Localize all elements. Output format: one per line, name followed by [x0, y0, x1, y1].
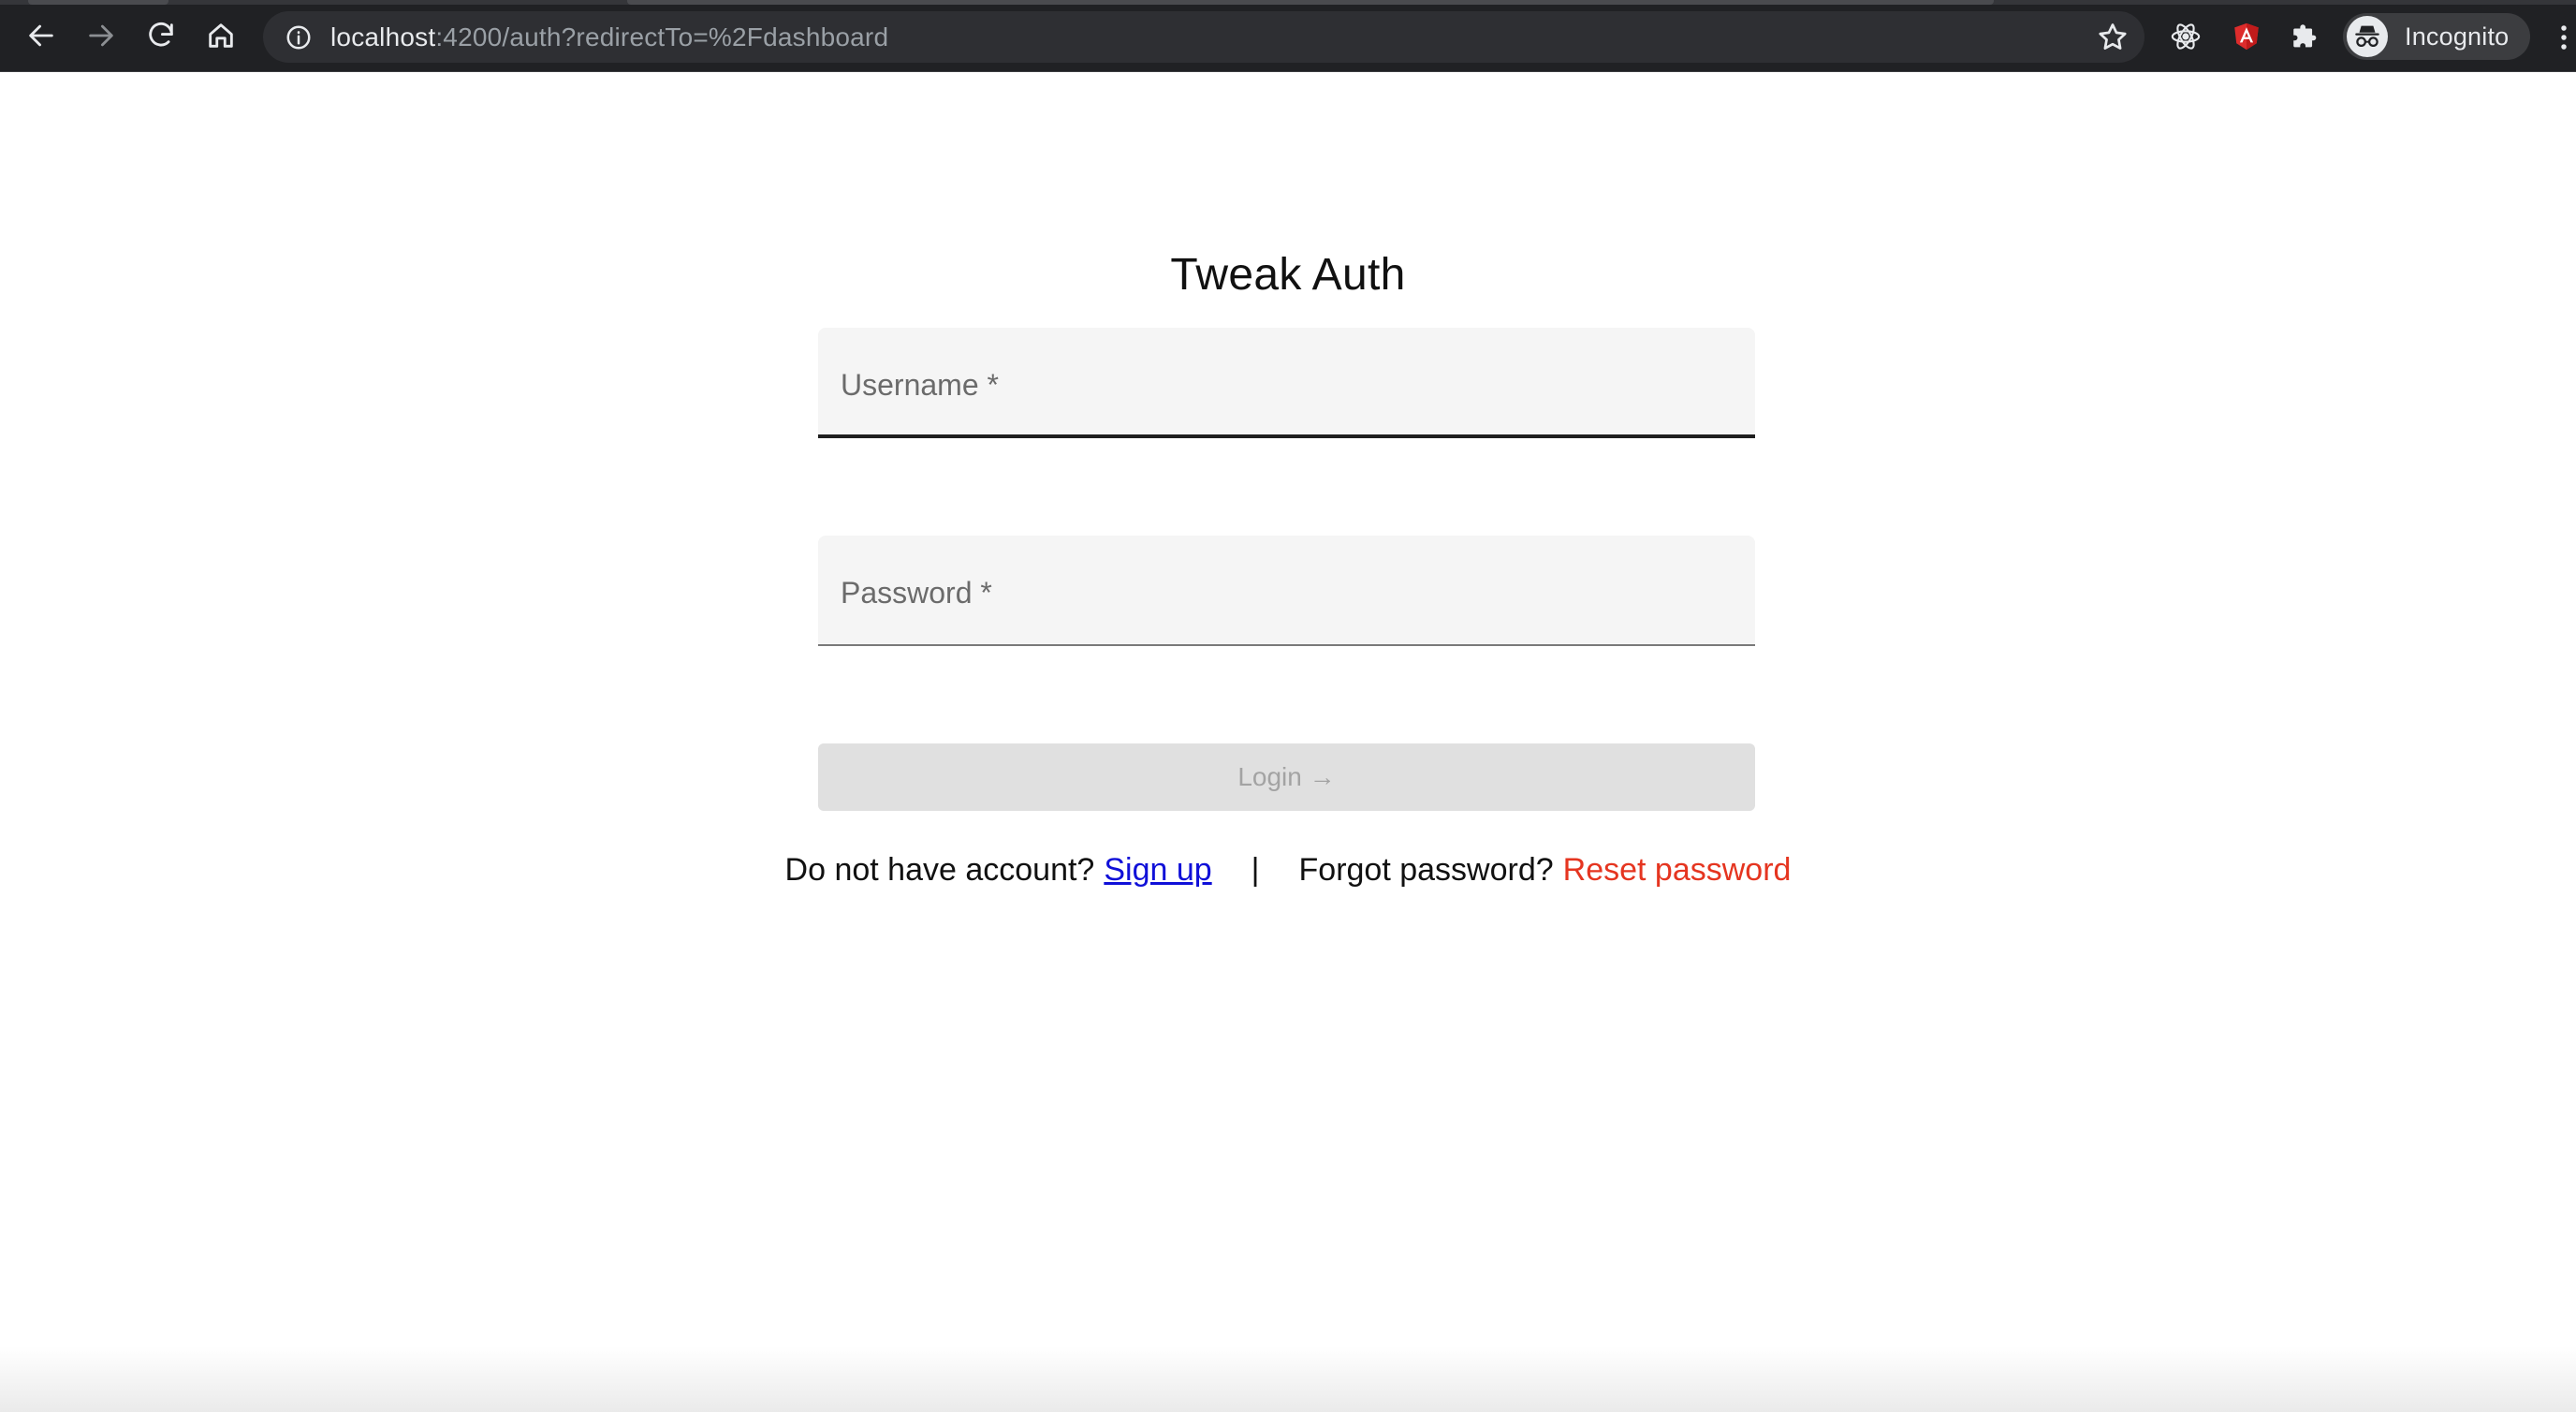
address-url[interactable]: localhost:4200/auth?redirectTo=%2Fdashbo…	[330, 22, 888, 52]
extensions-button[interactable]	[2285, 16, 2326, 57]
browser-menu-button[interactable]	[2554, 19, 2574, 56]
reload-icon	[149, 22, 173, 47]
incognito-icon	[2347, 16, 2388, 57]
username-field[interactable]: Username *	[818, 328, 1755, 438]
login-button[interactable]: Login →	[818, 743, 1755, 811]
kebab-menu-icon	[2561, 25, 2567, 50]
url-host: localhost	[330, 22, 436, 51]
reload-button[interactable]	[139, 13, 183, 58]
links-separator: |	[1251, 852, 1260, 888]
bottom-shadow	[0, 1346, 2576, 1412]
info-icon[interactable]	[284, 22, 314, 52]
password-field[interactable]: Password *	[818, 536, 1755, 646]
back-button[interactable]	[19, 13, 64, 58]
reset-password-link[interactable]: Reset password	[1563, 852, 1792, 889]
auth-links: Do not have account? Sign up | Forgot pa…	[0, 852, 2576, 889]
forward-arrow-icon	[89, 24, 113, 47]
puzzle-icon	[2293, 24, 2317, 48]
page-title: Tweak Auth	[1170, 250, 1406, 300]
react-devtools-button[interactable]	[2165, 16, 2206, 57]
profile-label: Incognito	[2405, 22, 2510, 51]
back-arrow-icon	[29, 24, 53, 47]
address-bar[interactable]: localhost:4200/auth?redirectTo=%2Fdashbo…	[263, 11, 2144, 63]
forgot-prompt: Forgot password?	[1298, 852, 1554, 888]
tab-strip	[0, 0, 2576, 5]
profile-button[interactable]: Incognito	[2343, 13, 2530, 60]
signup-prompt: Do not have account?	[784, 852, 1095, 888]
react-icon	[2171, 23, 2201, 50]
password-input[interactable]	[818, 536, 1755, 644]
home-icon	[209, 23, 233, 48]
browser-toolbar: localhost:4200/auth?redirectTo=%2Fdashbo…	[0, 0, 2576, 72]
forward-button[interactable]	[79, 13, 124, 58]
angular-icon	[2234, 22, 2259, 51]
home-button[interactable]	[198, 13, 243, 58]
angular-devtools-button[interactable]	[2226, 16, 2267, 57]
username-input[interactable]	[818, 328, 1755, 434]
url-path: :4200/auth?redirectTo=%2Fdashboard	[435, 22, 889, 51]
page-content: Tweak Auth Username * Password * Login →…	[0, 73, 2576, 1412]
signup-link[interactable]: Sign up	[1104, 852, 1211, 889]
star-icon[interactable]	[2096, 21, 2130, 54]
